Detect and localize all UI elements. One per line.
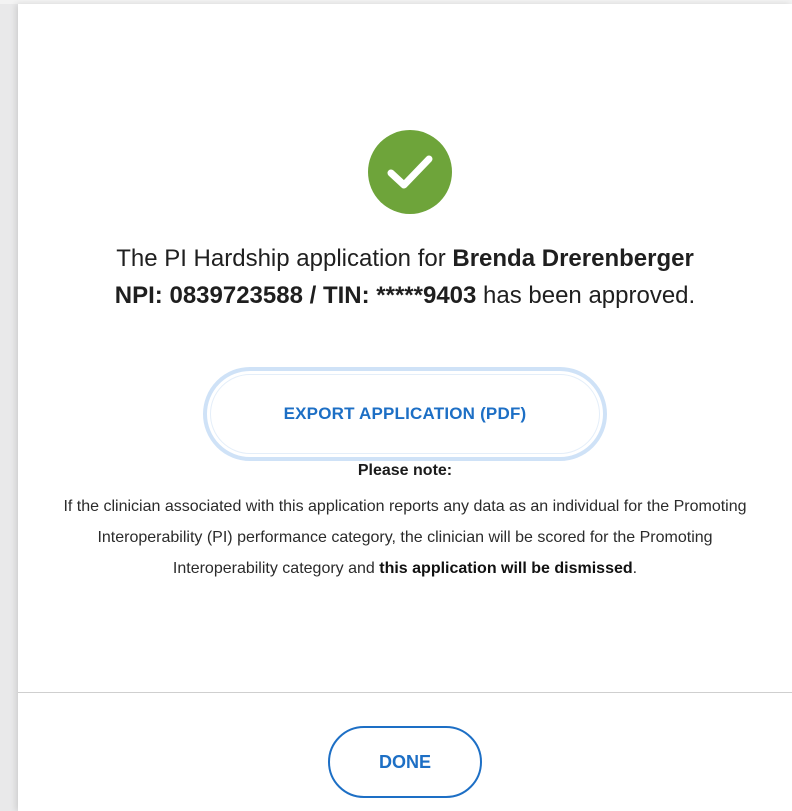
clinician-name: Brenda Drerenberger	[452, 245, 694, 272]
done-button-label: DONE	[378, 751, 431, 772]
export-application-button[interactable]: EXPORT APPLICATION (PDF)	[203, 367, 607, 461]
note-title: Please note:	[357, 462, 453, 479]
clinician-identifiers: NPI: 0839723588 / TIN: *****9403	[114, 282, 477, 309]
approval-message: The PI Hardship application for Brenda D…	[58, 240, 752, 314]
checkmark-icon	[387, 155, 433, 189]
footer-divider	[18, 692, 792, 693]
checkmark-circle-icon	[368, 130, 452, 214]
note-body: If the clinician associated with this ap…	[58, 491, 752, 584]
note-body-end: .	[632, 560, 638, 577]
message-prefix: The PI Hardship application for	[116, 245, 453, 272]
message-suffix: has been approved.	[476, 282, 696, 309]
note-body-emphasis: this application will be dismissed	[379, 560, 633, 577]
done-button[interactable]: DONE	[328, 726, 482, 798]
export-button-label: EXPORT APPLICATION (PDF)	[283, 404, 527, 423]
approval-dialog: The PI Hardship application for Brenda D…	[18, 4, 792, 811]
